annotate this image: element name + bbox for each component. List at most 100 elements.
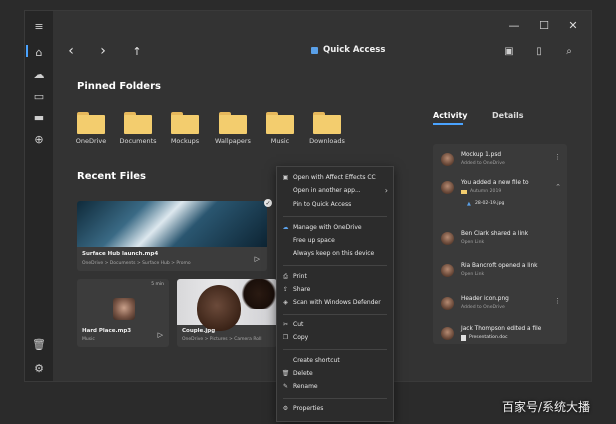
app-icon: ▣ (282, 174, 289, 181)
folder-icon (124, 112, 152, 134)
more-options-icon[interactable]: ··· (591, 45, 592, 57)
activity-file: Presentation.doc (469, 335, 508, 340)
folder-documents[interactable]: Documents (119, 112, 157, 145)
menu-item-print[interactable]: ⎙ Print (277, 271, 393, 283)
folder-music[interactable]: Music (265, 112, 295, 145)
more-vertical-icon[interactable]: ⋮ (554, 297, 561, 305)
location-title: Quick Access (311, 45, 385, 55)
avatar (441, 264, 454, 277)
menu-item-scan-defender[interactable]: ◈ Scan with Windows Defender (277, 297, 393, 309)
context-menu: ▣ Open with Affect Effects CC Open in an… (276, 166, 394, 422)
delete-icon: 🗑 (281, 370, 290, 377)
menu-item-free-up-space[interactable]: Free up space (277, 235, 393, 247)
file-path: OneDrive > Documents > Surface Hub > Pro… (82, 261, 191, 266)
menu-item-share[interactable]: ⇪ Share (277, 284, 393, 296)
menu-item-open-with-affect-effects[interactable]: ▣ Open with Affect Effects CC (277, 172, 393, 184)
activity-subtitle: Open Link (461, 240, 485, 245)
network-icon[interactable]: ⊕ (32, 132, 46, 146)
minimize-button[interactable]: — (507, 19, 521, 32)
document-icon (461, 335, 466, 341)
print-icon: ⎙ (283, 272, 288, 280)
settings-gear-icon[interactable]: ⚙ (32, 361, 46, 375)
home-icon[interactable]: ⌂ (32, 45, 46, 59)
folder-label: Documents (119, 137, 157, 145)
quick-access-icon (311, 46, 318, 54)
avatar (441, 232, 454, 245)
play-icon[interactable]: ▷ (255, 255, 260, 263)
tab-details[interactable]: Details (492, 111, 524, 120)
shield-icon: ◈ (283, 299, 288, 306)
folder-downloads[interactable]: Downloads (309, 112, 345, 145)
recent-files-heading: Recent Files (77, 171, 146, 182)
menu-item-manage-with-onedrive[interactable]: ☁ Manage with OneDrive (277, 222, 393, 234)
forward-button[interactable]: › (95, 43, 111, 59)
maximize-button[interactable]: ☐ (537, 19, 551, 32)
collapse-chevron-icon[interactable]: ⌃ (555, 183, 561, 191)
share-icon: ⇪ (282, 286, 289, 293)
nav-rail: ≡ ⌂ ☁ ▭ ▬ ⊕ 🗑 ⚙ (25, 11, 53, 381)
menu-divider (283, 349, 387, 350)
file-name: Surface Hub launch.mp4 (82, 251, 159, 257)
file-name: Hard Place.mp3 (82, 328, 132, 334)
menu-item-delete[interactable]: 🗑 Delete (277, 368, 393, 380)
menu-item-properties[interactable]: ⚙ Properties (277, 403, 393, 415)
cut-icon: ✂ (282, 321, 289, 328)
recent-file-card[interactable]: Surface Hub launch.mp4 OneDrive > Docume… (77, 201, 267, 271)
menu-item-create-shortcut[interactable]: Create shortcut (277, 355, 393, 367)
folder-onedrive[interactable]: OneDrive (76, 112, 106, 145)
folder-mockups[interactable]: Mockups (170, 112, 200, 145)
menu-divider (283, 265, 387, 266)
activity-title: Ria Bancroft opened a link (461, 263, 538, 269)
recent-file-card[interactable]: 5 min Hard Place.mp3 Music ▷ (77, 279, 169, 347)
folder-label: Wallpapers (215, 137, 251, 145)
properties-icon: ⚙ (282, 405, 289, 412)
avatar (441, 181, 454, 194)
activity-item[interactable]: Jack Thompson edited a file Presentation… (433, 322, 567, 354)
activity-subtitle: Added to OneDrive (461, 161, 505, 166)
duration-badge: 5 min (151, 282, 164, 287)
menu-divider (283, 314, 387, 315)
folder-icon (313, 112, 341, 134)
hamburger-menu-icon[interactable]: ≡ (32, 19, 46, 33)
back-button[interactable]: ‹ (63, 43, 79, 59)
up-button[interactable]: ↑ (129, 43, 145, 59)
folder-icon (219, 112, 247, 134)
album-art (113, 298, 135, 320)
selected-check-icon: ✓ (264, 199, 272, 207)
view-pane-icon[interactable]: ▯ (533, 45, 545, 57)
more-vertical-icon[interactable]: ⋮ (554, 153, 561, 161)
close-button[interactable]: ✕ (566, 19, 580, 32)
recycle-bin-icon[interactable]: 🗑 (32, 337, 46, 351)
activity-item[interactable]: Header icon.png Added to OneDrive ⋮ (433, 292, 567, 324)
folder-label: Mockups (170, 137, 200, 145)
menu-item-always-keep[interactable]: Always keep on this device (277, 248, 393, 260)
new-item-icon[interactable]: ▣ (503, 45, 515, 57)
drive-icon[interactable]: ▬ (32, 110, 46, 124)
menu-item-open-in-another-app[interactable]: Open in another app... › (277, 185, 393, 197)
recent-file-card[interactable]: Couple.jpg OneDrive > Pictures > Camera … (177, 279, 277, 347)
onedrive-cloud-icon[interactable]: ☁ (32, 67, 46, 81)
menu-item-pin-to-quick-access[interactable]: Pin to Quick Access (277, 199, 393, 211)
onedrive-icon: ☁ (282, 224, 289, 231)
search-icon[interactable]: ⌕ (563, 45, 575, 57)
activity-item[interactable]: Ria Bancroft opened a link Open Link (433, 259, 567, 291)
folder-label: OneDrive (75, 137, 107, 145)
play-icon[interactable]: ▷ (158, 331, 163, 339)
location-title-text: Quick Access (323, 45, 386, 55)
activity-subtitle: Autumn 2019 (470, 189, 502, 194)
menu-item-cut[interactable]: ✂ Cut (277, 319, 393, 331)
photo-thumbnail (177, 279, 277, 331)
activity-title: Jack Thompson edited a file (461, 326, 542, 332)
file-name: Couple.jpg (182, 328, 216, 334)
activity-item[interactable]: You added a new file to Autumn 2019 ▲ 28… (433, 176, 567, 220)
menu-item-rename[interactable]: ✎ Rename (277, 381, 393, 393)
folder-wallpapers[interactable]: Wallpapers (215, 112, 251, 145)
menu-item-copy[interactable]: ❐ Copy (277, 332, 393, 344)
file-path: Music (82, 337, 95, 342)
active-tab-underline (433, 123, 463, 125)
tab-activity[interactable]: Activity (433, 111, 468, 120)
activity-item[interactable]: Ben Clark shared a link Open Link (433, 227, 567, 259)
this-pc-icon[interactable]: ▭ (32, 89, 46, 103)
folder-icon (77, 112, 105, 134)
video-thumbnail (77, 201, 267, 247)
